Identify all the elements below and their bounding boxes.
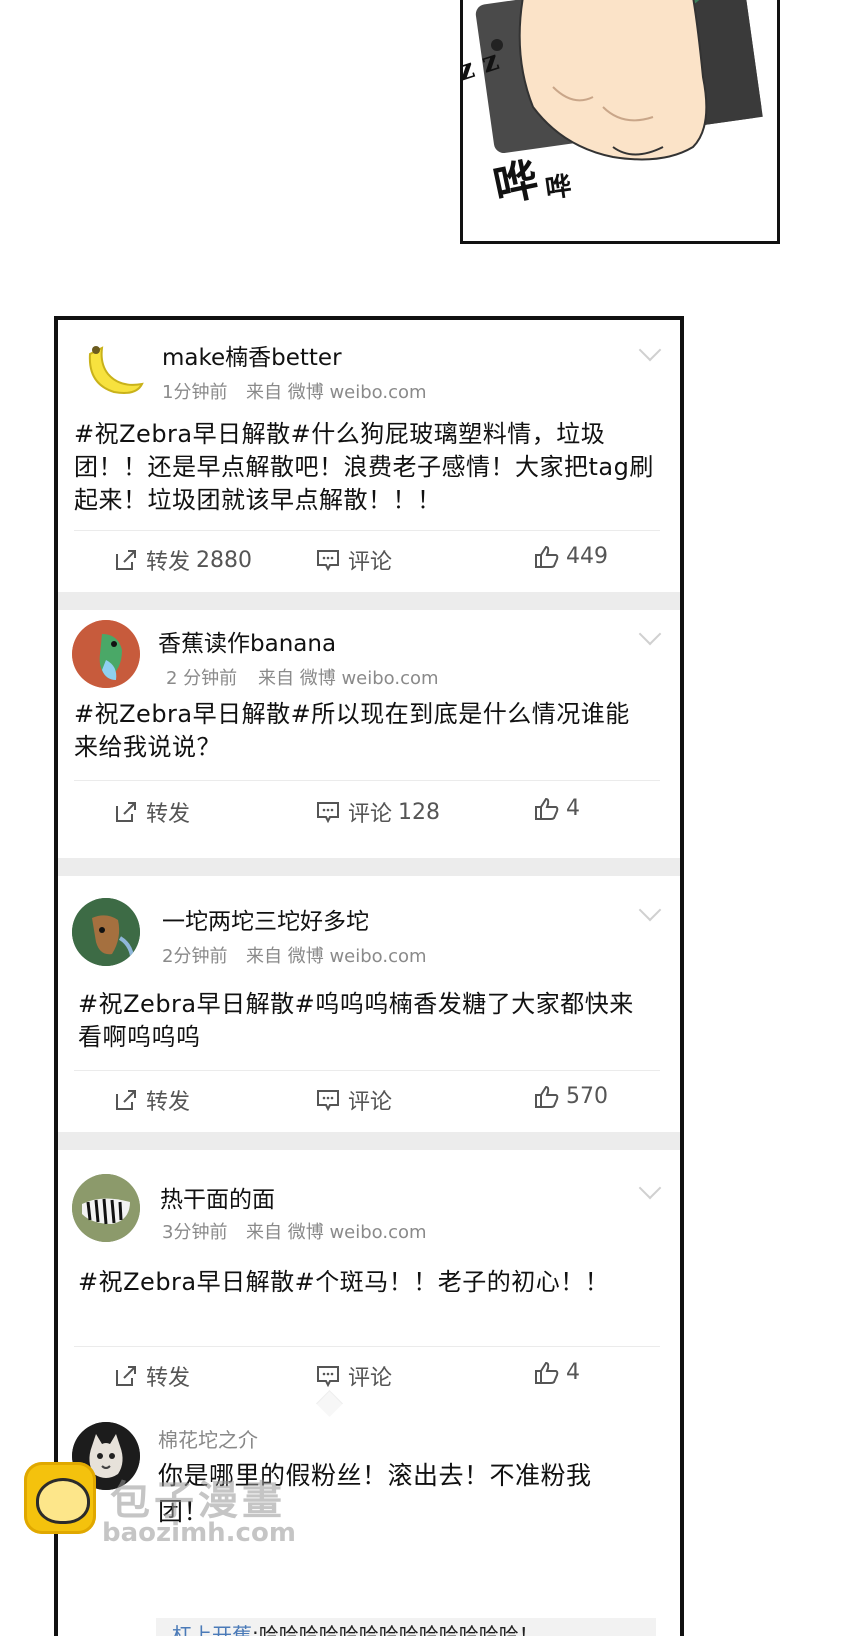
post-actions: 转发 评论 4 [58, 1360, 680, 1400]
username[interactable]: 热干面的面 [160, 1180, 275, 1214]
chevron-down-icon[interactable] [638, 622, 662, 646]
thumbs-up-icon [535, 797, 559, 820]
zebra-avatar[interactable] [72, 1174, 140, 1242]
feed-divider [58, 592, 680, 610]
post-text: #祝Zebra早日解散#所以现在到底是什么情况谁能来给我说说？ [74, 700, 630, 761]
chevron-down-icon[interactable] [638, 338, 662, 362]
action-divider [74, 530, 660, 531]
username[interactable]: 一坨两坨三坨好多坨 [162, 902, 369, 936]
chevron-down-icon[interactable] [638, 898, 662, 922]
action-divider [74, 780, 660, 781]
repost-icon [116, 1366, 136, 1386]
chevron-down-icon[interactable] [638, 1176, 662, 1200]
comment-label: 评论 [348, 802, 393, 827]
comment-button[interactable]: 评论 [316, 544, 398, 576]
thumbs-up-icon [535, 1361, 559, 1384]
post-text: #祝Zebra早日解散#呜呜呜楠香发糖了大家都快来看啊呜呜呜 [78, 990, 634, 1051]
like-button[interactable]: 4 [534, 796, 580, 821]
post-time: 3分钟前 [162, 1222, 228, 1243]
like-count: 449 [566, 544, 608, 569]
post-time: 1分钟前 [162, 382, 228, 403]
reply-colon: : [252, 1623, 259, 1636]
username[interactable]: 香蕉读作banana [158, 624, 336, 658]
repost-label: 转发 [146, 1366, 191, 1391]
bird-icon [72, 620, 140, 688]
comment-icon [317, 1090, 339, 1111]
banana-avatar[interactable] [80, 334, 148, 402]
comment-button[interactable]: 评论 128 [316, 796, 440, 828]
post-actions: 转发 2880 评论 449 [58, 544, 680, 584]
repost-icon [116, 1090, 136, 1110]
watermark: 包子漫畫 baozimh.com [24, 1462, 324, 1562]
repost-label: 转发 [146, 1090, 191, 1115]
comment-icon [317, 550, 339, 571]
like-button[interactable]: 570 [534, 1084, 608, 1109]
post-text: #祝Zebra早日解散#个斑马！！老子的初心！！ [78, 1268, 610, 1296]
repost-button[interactable]: 转发 [114, 1084, 196, 1116]
feed-divider [58, 858, 680, 876]
post-text: #祝Zebra早日解散#什么狗屁玻璃塑料情，垃圾团！！还是早点解散吧！浪费老子感… [74, 420, 654, 514]
comment-username[interactable]: 棉花坨之介 [158, 1424, 258, 1453]
deer-icon [72, 898, 140, 966]
repost-icon [116, 802, 136, 822]
sfx-small-text: 哗 [543, 171, 574, 205]
banana-icon [88, 346, 144, 394]
post-source: 来自 微博 weibo.com [246, 1222, 427, 1243]
feed-divider [58, 1132, 680, 1150]
baozi-face-icon [36, 1478, 90, 1524]
post-time: 2 分钟前 [166, 668, 238, 689]
zebra-icon [72, 1174, 140, 1242]
repost-button[interactable]: 转发 [114, 796, 196, 828]
username[interactable]: make楠香better [162, 338, 342, 372]
comment-icon [317, 802, 339, 823]
post-source: 来自 微博 weibo.com [246, 946, 427, 967]
comment-button[interactable]: 评论 [316, 1084, 398, 1116]
post-time: 2分钟前 [162, 946, 228, 967]
post-4: 热干面的面 3分钟前 来自 微博 weibo.com #祝Zebra早日解散#个… [58, 1150, 680, 1420]
comment-label: 评论 [348, 1090, 393, 1115]
like-button[interactable]: 449 [534, 544, 608, 569]
post-3: 一坨两坨三坨好多坨 2分钟前 来自 微博 weibo.com #祝Zebra早日… [58, 876, 680, 1132]
post-source: 来自 微博 weibo.com [258, 668, 439, 689]
repost-button[interactable]: 转发 2880 [114, 544, 252, 576]
post-2: 香蕉读作banana 2 分钟前 来自 微博 weibo.com #祝Zebra… [58, 610, 680, 858]
reply-box[interactable]: 杠上开蕉:哈哈哈哈哈哈哈哈哈哈哈哈哈！ [156, 1618, 656, 1636]
bird-avatar[interactable] [72, 620, 140, 688]
thumbs-up-icon [535, 1085, 559, 1108]
post-actions: 转发 评论 128 4 [58, 796, 680, 836]
deer-avatar[interactable] [72, 898, 140, 966]
like-count: 4 [566, 796, 580, 821]
post-source: 来自 微博 weibo.com [246, 382, 427, 403]
repost-label: 转发 [146, 802, 191, 827]
like-count: 570 [566, 1084, 608, 1109]
comment-count: 128 [398, 799, 441, 825]
comment-icon [317, 1366, 339, 1387]
baozi-logo-icon [24, 1462, 96, 1534]
thumbs-up-icon [535, 545, 559, 568]
like-button[interactable]: 4 [534, 1360, 580, 1385]
like-count: 4 [566, 1360, 580, 1385]
comment-button[interactable]: 评论 [316, 1360, 398, 1392]
manga-panel: 哗 哗 z z [460, 0, 780, 244]
action-divider [74, 1346, 660, 1347]
reply-text: 哈哈哈哈哈哈哈哈哈哈哈哈哈！ [258, 1623, 539, 1636]
repost-count: 2880 [196, 547, 253, 573]
watermark-url: baozimh.com [102, 1518, 296, 1548]
repost-button[interactable]: 转发 [114, 1360, 196, 1392]
reply-username[interactable]: 杠上开蕉 [172, 1623, 252, 1636]
post-1: make楠香better 1分钟前 来自 微博 weibo.com #祝Zebr… [58, 320, 680, 592]
repost-icon [116, 550, 136, 570]
phone-screen: make楠香better 1分钟前 来自 微博 weibo.com #祝Zebr… [54, 316, 684, 1636]
post-actions: 转发 评论 570 [58, 1084, 680, 1124]
action-divider [74, 1070, 660, 1071]
comment-label: 评论 [348, 1366, 393, 1391]
comment-label: 评论 [348, 550, 393, 575]
repost-label: 转发 [146, 550, 191, 575]
